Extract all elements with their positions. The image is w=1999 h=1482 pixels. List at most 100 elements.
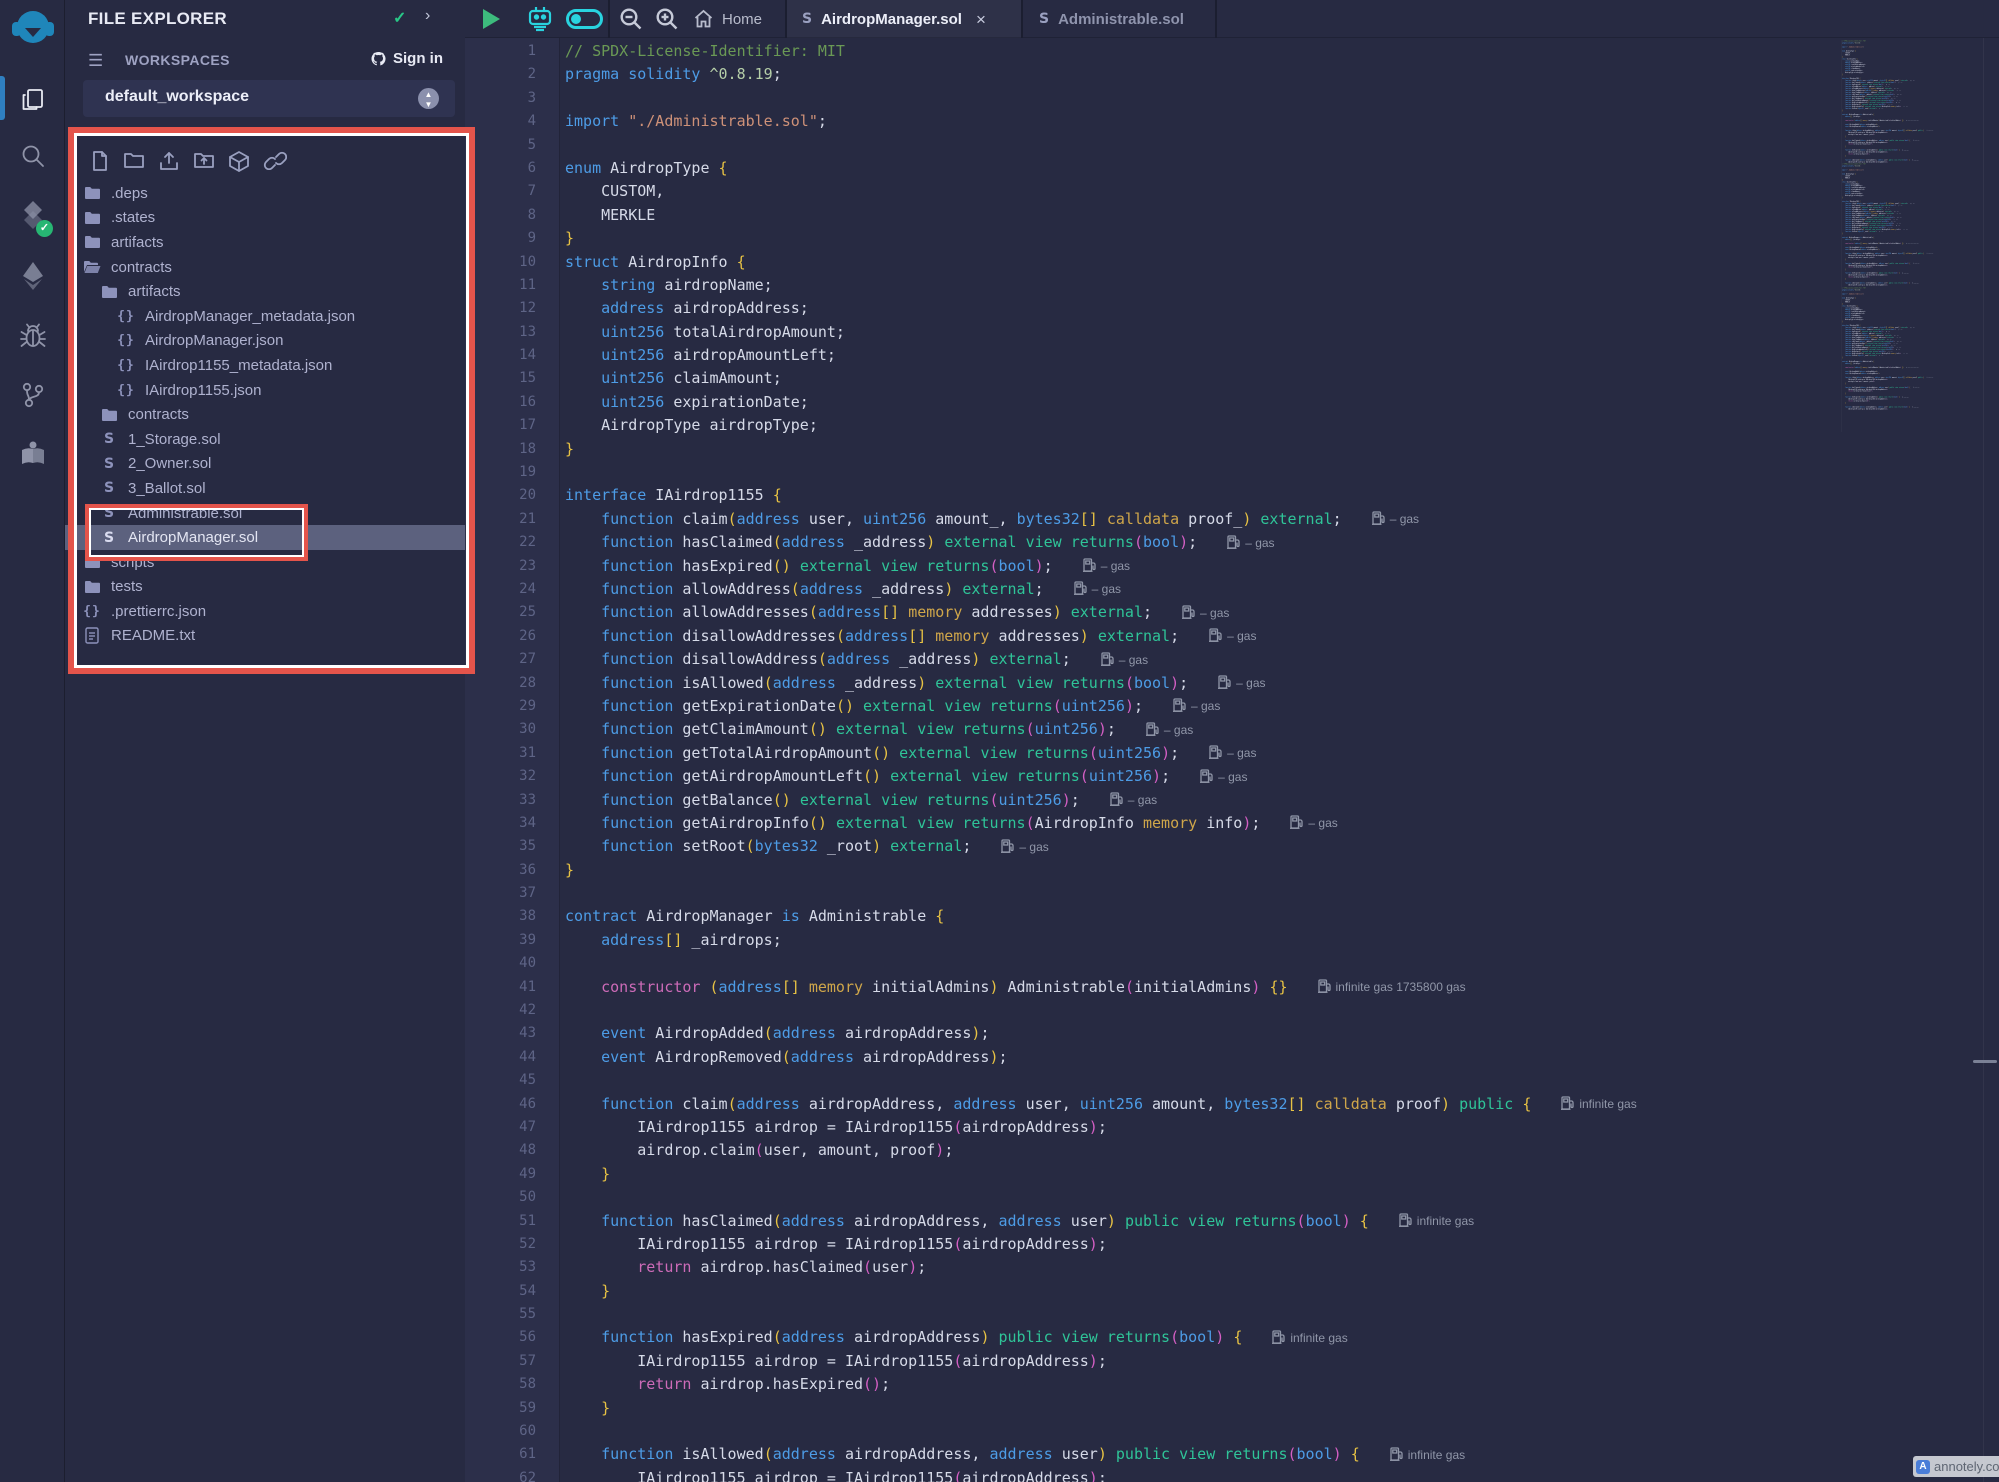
code-line-43[interactable]: event AirdropAdded(address airdropAddres… [565,1022,1999,1045]
code-line-22[interactable]: function hasClaimed(address _address) ex… [565,531,1999,554]
workspace-dropdown-icon[interactable]: ▲▼ [418,88,439,109]
new-folder-icon[interactable] [123,150,145,178]
code-line-21[interactable]: function claim(address user, uint256 amo… [565,508,1999,531]
code-line-11[interactable]: string airdropName; [565,274,1999,297]
tab-administrable[interactable]: S Administrable.sol [1023,0,1215,38]
copilot-toggle[interactable] [566,9,603,29]
code-line-31[interactable]: function getTotalAirdropAmount() externa… [565,742,1999,765]
chevron-right-icon[interactable]: › [425,7,430,25]
run-script-button[interactable] [483,9,500,29]
code-line-2[interactable]: pragma solidity ^0.8.19; [565,63,1999,86]
code-line-36[interactable]: } [565,859,1999,882]
learneth-button[interactable] [0,434,65,472]
code-line-38[interactable]: contract AirdropManager is Administrable… [565,905,1999,928]
code-line-48[interactable]: airdrop.claim(user, amount, proof); [565,1139,1999,1162]
tree-file-airdropmanager-sol[interactable]: SAirdropManager.sol [65,525,465,550]
git-button[interactable] [0,376,65,414]
tree-file-airdropmanager-json[interactable]: {}AirdropManager.json [65,329,465,354]
link-icon[interactable] [263,150,287,178]
cube-icon[interactable] [228,150,250,178]
tree-folder-contracts[interactable]: contracts [65,255,465,280]
code-line-57[interactable]: IAirdrop1155 airdrop = IAirdrop1155(aird… [565,1350,1999,1373]
code-line-52[interactable]: IAirdrop1155 airdrop = IAirdrop1155(aird… [565,1233,1999,1256]
code-line-30[interactable]: function getClaimAmount() external view … [565,718,1999,741]
search-button[interactable] [0,138,65,174]
code-line-54[interactable]: } [565,1280,1999,1303]
code-line-47[interactable]: IAirdrop1155 airdrop = IAirdrop1155(aird… [565,1116,1999,1139]
code-line-28[interactable]: function isAllowed(address _address) ext… [565,672,1999,695]
code-line-4[interactable]: import "./Administrable.sol"; [565,110,1999,133]
debugger-button[interactable] [0,318,65,354]
code-line-35[interactable]: function setRoot(bytes32 _root) external… [565,835,1999,858]
remix-logo[interactable] [0,6,65,54]
tree-file-readme-txt[interactable]: README.txt [65,624,465,649]
minimap[interactable]: // SPDX-License-Identifier: MITpragma so… [1841,40,1943,432]
code-line-27[interactable]: function disallowAddress(address _addres… [565,648,1999,671]
code-line-53[interactable]: return airdrop.hasClaimed(user); [565,1256,1999,1279]
tree-file-administrable-sol[interactable]: SAdministrable.sol [65,501,465,526]
upload-folder-icon[interactable] [193,150,215,178]
code-line-3[interactable] [565,87,1999,110]
tree-file-iairdrop1155-json[interactable]: {}IAirdrop1155.json [65,378,465,403]
code-line-25[interactable]: function allowAddresses(address[] memory… [565,601,1999,624]
tree-folder--states[interactable]: .states [65,206,465,231]
file-explorer-button[interactable] [0,80,65,120]
code-line-39[interactable]: address[] _airdrops; [565,929,1999,952]
code-line-61[interactable]: function isAllowed(address airdropAddres… [565,1443,1999,1466]
workspace-selector[interactable]: default_workspace ▲▼ [83,80,455,117]
code-line-56[interactable]: function hasExpired(address airdropAddre… [565,1326,1999,1349]
code-line-7[interactable]: CUSTOM, [565,180,1999,203]
code-line-8[interactable]: MERKLE [565,204,1999,227]
code-line-34[interactable]: function getAirdropInfo() external view … [565,812,1999,835]
tree-file-3-ballot-sol[interactable]: S3_Ballot.sol [65,476,465,501]
zoom-out-icon[interactable] [618,7,644,37]
code-line-44[interactable]: event AirdropRemoved(address airdropAddr… [565,1046,1999,1069]
code-line-5[interactable] [565,134,1999,157]
tree-file-1-storage-sol[interactable]: S1_Storage.sol [65,427,465,452]
code-line-1[interactable]: // SPDX-License-Identifier: MIT [565,40,1999,63]
code-line-18[interactable]: } [565,438,1999,461]
code-line-14[interactable]: uint256 airdropAmountLeft; [565,344,1999,367]
solidity-compiler-button[interactable]: ✓ [0,196,65,234]
code-line-42[interactable] [565,999,1999,1022]
code-line-19[interactable] [565,461,1999,484]
tree-file-airdropmanager-metadata-json[interactable]: {}AirdropManager_metadata.json [65,304,465,329]
code-line-60[interactable] [565,1420,1999,1443]
code-line-33[interactable]: function getBalance() external view retu… [565,789,1999,812]
hamburger-menu-icon[interactable]: ☰ [88,51,103,71]
tree-folder-scripts[interactable]: scripts [65,550,465,575]
deploy-run-button[interactable] [0,256,65,296]
tree-file-iairdrop1155-metadata-json[interactable]: {}IAirdrop1155_metadata.json [65,353,465,378]
code-line-29[interactable]: function getExpirationDate() external vi… [565,695,1999,718]
code-line-59[interactable]: } [565,1397,1999,1420]
code-line-51[interactable]: function hasClaimed(address airdropAddre… [565,1210,1999,1233]
code-line-41[interactable]: constructor (address[] memory initialAdm… [565,976,1999,999]
code-line-17[interactable]: AirdropType airdropType; [565,414,1999,437]
tree-folder-artifacts[interactable]: artifacts [65,230,465,255]
new-file-icon[interactable] [90,150,110,178]
code-line-55[interactable] [565,1303,1999,1326]
code-line-58[interactable]: return airdrop.hasExpired(); [565,1373,1999,1396]
code-line-12[interactable]: address airdropAddress; [565,297,1999,320]
code-editor[interactable]: // SPDX-License-Identifier: MITpragma so… [565,40,1999,1482]
home-tab[interactable]: Home [693,0,762,38]
scrollbar-thumb[interactable] [1973,1060,1997,1063]
code-line-32[interactable]: function getAirdropAmountLeft() external… [565,765,1999,788]
code-line-49[interactable]: } [565,1163,1999,1186]
code-line-6[interactable]: enum AirdropType { [565,157,1999,180]
tree-file-2-owner-sol[interactable]: S2_Owner.sol [65,452,465,477]
tree-folder--deps[interactable]: .deps [65,181,465,206]
code-line-23[interactable]: function hasExpired() external view retu… [565,555,1999,578]
tree-file--prettierrc-json[interactable]: {}.prettierrc.json [65,599,465,624]
tree-folder-contracts[interactable]: contracts [65,402,465,427]
code-line-50[interactable] [565,1186,1999,1209]
code-line-24[interactable]: function allowAddress(address _address) … [565,578,1999,601]
code-line-9[interactable]: } [565,227,1999,250]
code-line-45[interactable] [565,1069,1999,1092]
code-line-15[interactable]: uint256 claimAmount; [565,367,1999,390]
tree-folder-tests[interactable]: tests [65,575,465,600]
code-line-40[interactable] [565,952,1999,975]
code-line-10[interactable]: struct AirdropInfo { [565,251,1999,274]
code-line-46[interactable]: function claim(address airdropAddress, a… [565,1093,1999,1116]
tree-folder-artifacts[interactable]: artifacts [65,279,465,304]
